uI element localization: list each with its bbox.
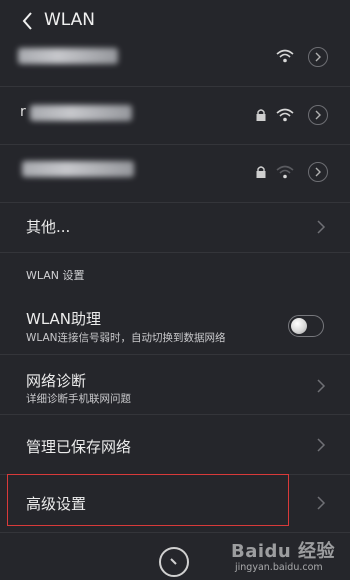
chevron-right-icon: [317, 220, 326, 234]
network-name-redacted: [30, 105, 132, 121]
wlan-assistant-title: WLAN助理: [26, 310, 102, 328]
chevron-right-icon: [317, 496, 326, 510]
network-name-redacted: [18, 48, 118, 64]
chevron-right-icon: [317, 379, 326, 393]
saved-networks-label: 管理已保存网络: [26, 438, 132, 456]
network-diagnosis-description: 详细诊断手机联网问题: [26, 393, 131, 405]
chevron-circle-icon: [315, 167, 321, 177]
watermark-url: jingyan.baidu.com: [235, 562, 323, 573]
network-item-2[interactable]: r: [0, 86, 350, 145]
more-networks-label: 其他...: [26, 218, 71, 236]
wifi-signal-icon: [276, 49, 294, 63]
more-networks-row[interactable]: 其他...: [0, 202, 350, 253]
network-diagnosis-row[interactable]: 网络诊断 详细诊断手机联网问题: [0, 354, 350, 415]
wlan-assistant-row[interactable]: WLAN助理 WLAN连接信号弱时，自动切换到数据网络: [0, 296, 350, 355]
network-detail-button[interactable]: [308, 162, 328, 182]
lock-icon: [256, 166, 266, 178]
network-detail-button[interactable]: [308, 47, 328, 67]
network-item-3[interactable]: [0, 144, 350, 203]
watermark: Baidu 经验 jingyan.baidu.com: [231, 535, 347, 579]
wifi-signal-icon: [276, 165, 294, 179]
network-detail-button[interactable]: [308, 105, 328, 125]
toggle-knob: [291, 318, 307, 334]
chevron-right-icon: [317, 438, 326, 452]
wlan-assistant-description: WLAN连接信号弱时，自动切换到数据网络: [26, 332, 226, 344]
network-name-redacted: [22, 161, 134, 177]
highlight-box: [7, 474, 289, 526]
network-name-fragment: r: [20, 104, 26, 120]
wlan-assistant-toggle[interactable]: [288, 315, 324, 337]
saved-networks-row[interactable]: 管理已保存网络: [0, 414, 350, 475]
circle-button-icon: [170, 558, 177, 565]
wifi-signal-icon: [276, 108, 294, 122]
network-diagnosis-title: 网络诊断: [26, 372, 87, 390]
lock-icon: [256, 109, 266, 121]
network-item-1[interactable]: [0, 28, 350, 87]
bottom-circle-button[interactable]: [159, 547, 189, 577]
page-title: WLAN: [44, 10, 96, 30]
watermark-brand: Baidu 经验: [231, 541, 336, 562]
section-title: WLAN 设置: [26, 269, 85, 282]
section-header: WLAN 设置: [0, 252, 350, 296]
chevron-circle-icon: [315, 110, 321, 120]
chevron-circle-icon: [315, 52, 321, 62]
